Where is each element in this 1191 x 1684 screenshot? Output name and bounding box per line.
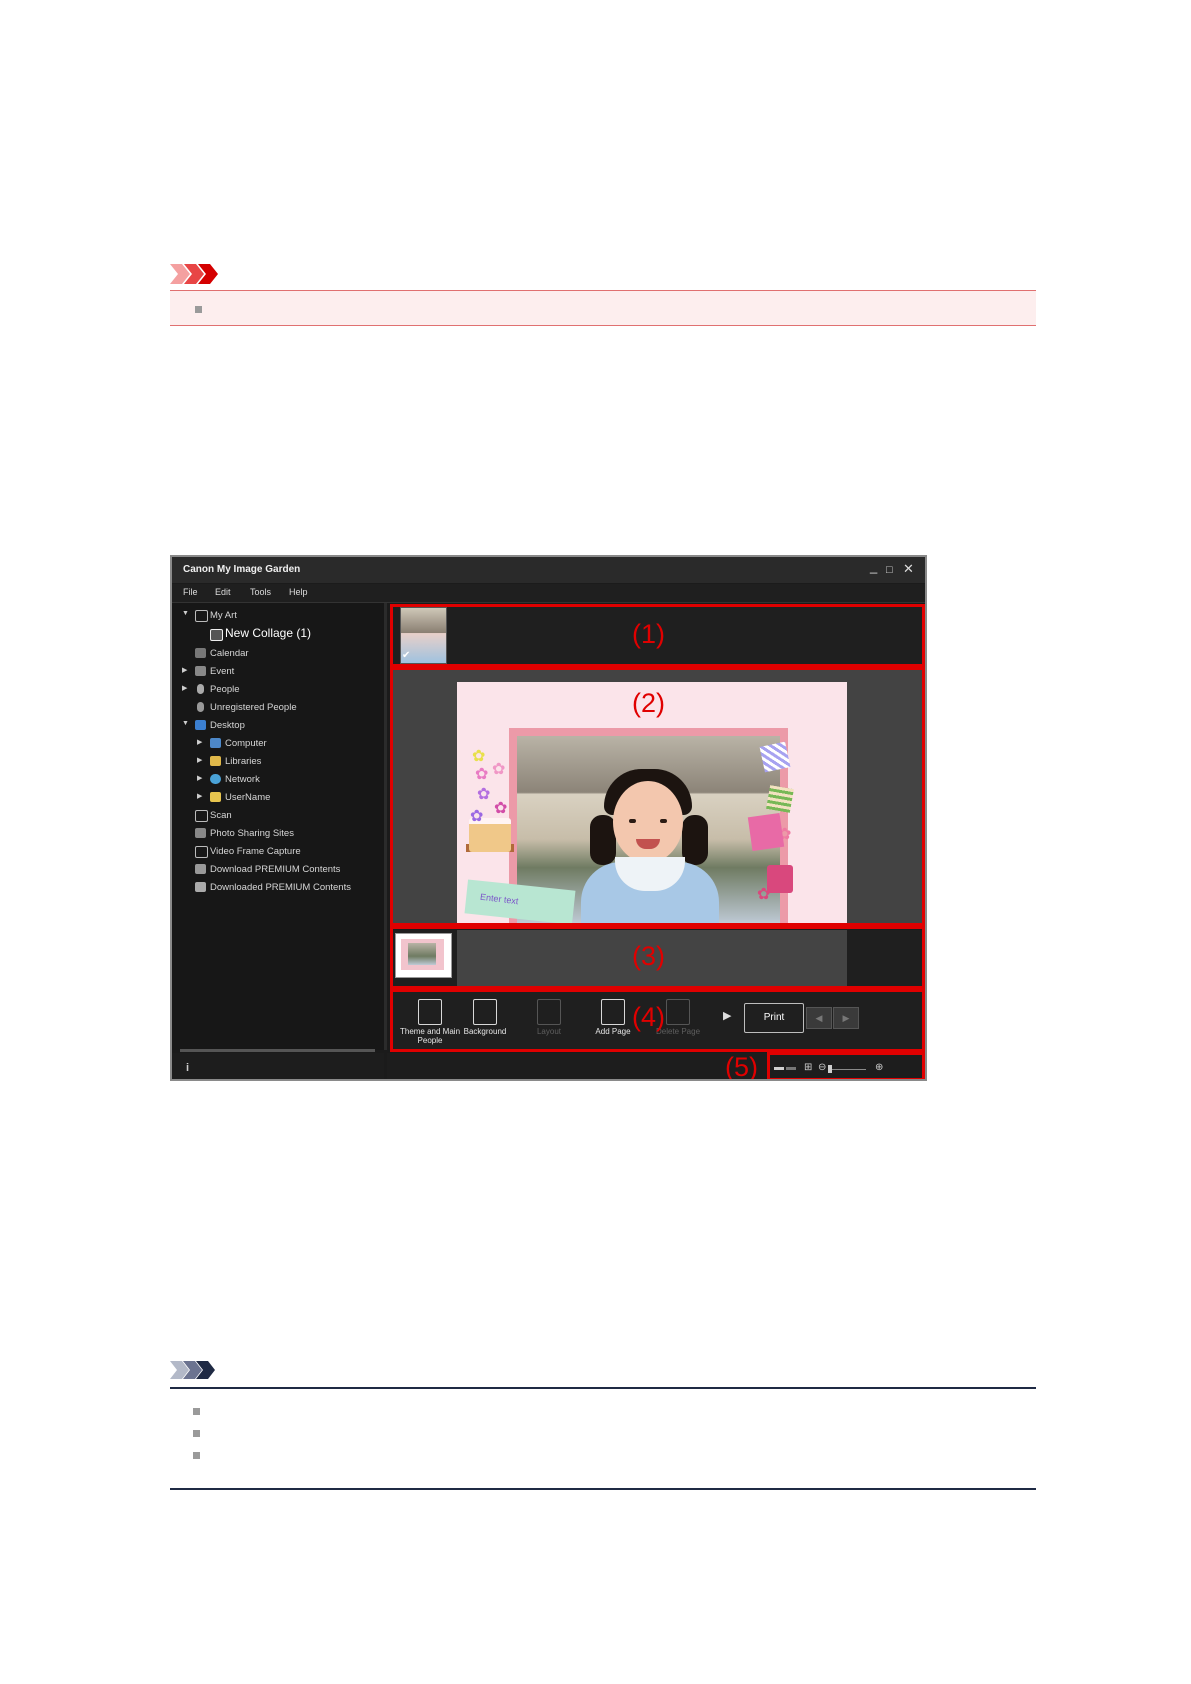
note-top-rule (170, 1387, 1036, 1389)
sidebar-item-label: Computer (225, 738, 267, 749)
sidebar-item-calendar[interactable]: Calendar (172, 646, 372, 662)
computer-icon (210, 738, 221, 748)
libraries-icon (210, 756, 221, 766)
maximize-button[interactable]: □ (886, 562, 893, 578)
callout-label: (4) (632, 1002, 665, 1032)
sidebar-scrollbar[interactable] (180, 1049, 375, 1052)
sidebar-item-label: People (210, 684, 240, 695)
expand-arrow-icon[interactable]: ▶ (182, 666, 187, 674)
event-icon (195, 666, 206, 676)
important-box (170, 290, 1036, 326)
note-bullet (193, 1408, 200, 1415)
sidebar-item-label: My Art (210, 610, 237, 621)
sidebar-item-label: Calendar (210, 648, 249, 659)
expand-arrow-icon[interactable]: ▼ (182, 610, 189, 617)
sidebar-item-event[interactable]: ▶ Event (172, 664, 372, 680)
minimize-button[interactable]: _ (870, 559, 877, 575)
sidebar-item-network[interactable]: ▶ Network (172, 772, 372, 788)
scan-icon (195, 810, 208, 822)
people-icon (197, 684, 204, 694)
sidebar-item-people[interactable]: ▶ People (172, 682, 372, 698)
sidebar-item-label: New Collage (1) (225, 626, 312, 640)
expand-arrow-icon[interactable]: ▶ (197, 792, 202, 800)
sidebar-item-label: Photo Sharing Sites (210, 828, 294, 839)
sidebar-item-label: UserName (225, 792, 271, 803)
sidebar-item-label: Video Frame Capture (210, 846, 301, 857)
note-icon (170, 1361, 215, 1379)
pane-splitter[interactable] (384, 603, 387, 1050)
menu-bar: File Edit Tools Help (172, 584, 925, 603)
note-bottom-rule (170, 1488, 1036, 1490)
calendar-icon (195, 648, 206, 658)
important-icon (170, 264, 218, 284)
desktop-icon (195, 720, 206, 730)
sidebar-item-label: Download PREMIUM Contents (210, 864, 341, 875)
sidebar-item-video-frame-capture[interactable]: Video Frame Capture (172, 844, 372, 860)
expand-arrow-icon[interactable]: ▶ (197, 738, 202, 746)
expand-arrow-icon[interactable]: ▼ (182, 720, 189, 727)
photo-sharing-icon (195, 828, 206, 838)
menu-file[interactable]: File (183, 587, 198, 597)
sidebar-item-computer[interactable]: ▶ Computer (172, 736, 372, 752)
sidebar-item-desktop[interactable]: ▼ Desktop (172, 718, 372, 734)
sidebar-item-label: Event (210, 666, 235, 677)
app-title: Canon My Image Garden (183, 564, 301, 575)
info-icon[interactable]: i (186, 1062, 189, 1074)
status-bar: i (172, 1053, 384, 1079)
sidebar-item-scan[interactable]: Scan (172, 808, 372, 824)
expand-arrow-icon[interactable]: ▶ (197, 756, 202, 764)
sidebar-item-libraries[interactable]: ▶ Libraries (172, 754, 372, 770)
menu-help[interactable]: Help (289, 587, 308, 597)
sidebar-item-label: Desktop (210, 720, 245, 731)
collage-icon (210, 629, 223, 641)
video-frame-icon (195, 846, 208, 858)
note-bullet (193, 1430, 200, 1437)
callout-label: (3) (632, 941, 665, 971)
folder-icon (210, 792, 221, 802)
close-button[interactable]: ✕ (903, 561, 914, 577)
sidebar-item-label: Scan (210, 810, 232, 821)
downloaded-icon (195, 882, 206, 892)
highlight-display-settings (767, 1052, 925, 1079)
sidebar-item-username[interactable]: ▶ UserName (172, 790, 372, 806)
expand-arrow-icon[interactable]: ▶ (197, 774, 202, 782)
sidebar-item-unregistered-people[interactable]: Unregistered People (172, 700, 372, 716)
callout-label: (1) (632, 619, 665, 649)
expand-arrow-icon[interactable]: ▶ (182, 684, 187, 692)
callout-label: (2) (632, 688, 665, 718)
sidebar-item-label: Downloaded PREMIUM Contents (210, 882, 351, 893)
my-art-icon (195, 610, 208, 622)
unregistered-people-icon (197, 702, 204, 712)
sidebar-item-photo-sharing-sites[interactable]: Photo Sharing Sites (172, 826, 372, 842)
sidebar-item-label: Unregistered People (210, 702, 297, 713)
important-bullet (195, 306, 202, 313)
sidebar-item-label: Network (225, 774, 260, 785)
download-icon (195, 864, 206, 874)
sidebar-item-new-collage[interactable]: New Collage (1) (172, 626, 372, 642)
note-bullet (193, 1452, 200, 1459)
network-icon (210, 774, 221, 784)
sidebar: ▼ My Art New Collage (1) Calendar ▶ Even… (172, 603, 384, 1052)
menu-tools[interactable]: Tools (250, 587, 271, 597)
menu-edit[interactable]: Edit (215, 587, 231, 597)
callout-label: (5) (725, 1052, 758, 1081)
sidebar-item-download-premium[interactable]: Download PREMIUM Contents (172, 862, 372, 878)
sidebar-item-label: Libraries (225, 756, 262, 767)
sidebar-item-my-art[interactable]: ▼ My Art (172, 608, 372, 624)
sidebar-item-downloaded-premium[interactable]: Downloaded PREMIUM Contents (172, 880, 372, 896)
app-window: Canon My Image Garden _ □ ✕ File Edit To… (170, 555, 927, 1081)
title-bar: Canon My Image Garden _ □ ✕ (172, 557, 925, 583)
